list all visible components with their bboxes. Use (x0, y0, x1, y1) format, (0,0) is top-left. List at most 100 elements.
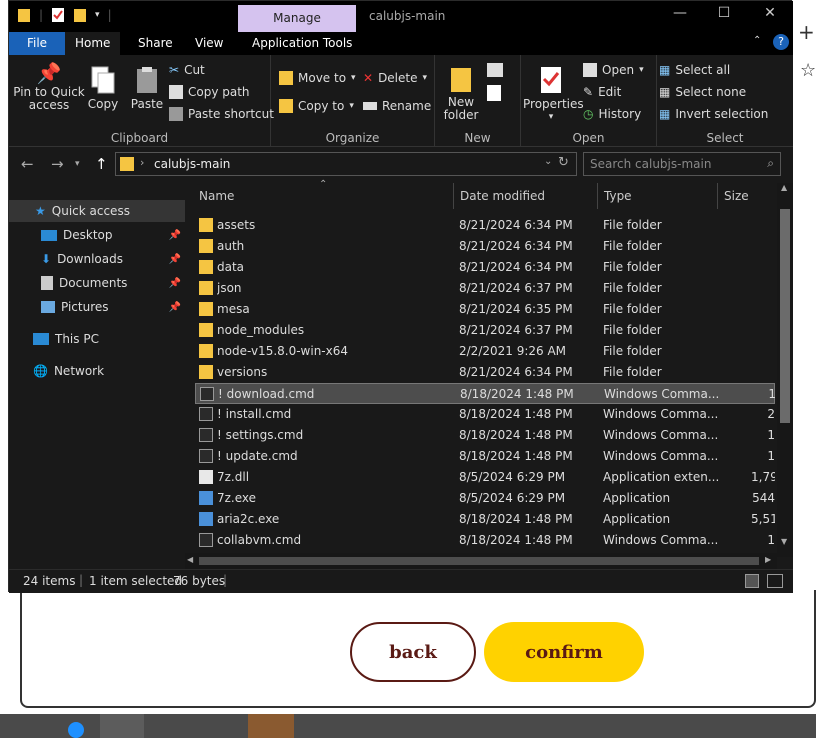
table-row[interactable]: ! update.cmd 8/18/2024 1:48 PM Windows Com… (195, 446, 775, 467)
table-row[interactable]: versions 8/21/2024 6:34 PM File folder (195, 362, 775, 383)
maximize-icon[interactable]: ☐ (701, 5, 747, 21)
table-row[interactable]: aria2c.exe 8/18/2024 1:48 PM Application 5,… (195, 509, 775, 530)
plus-icon[interactable]: + (798, 20, 815, 44)
column-divider[interactable] (717, 183, 718, 209)
history-button[interactable]: ◷ History (583, 107, 641, 121)
minimize-icon[interactable]: — (657, 5, 703, 21)
tab-file[interactable]: File (9, 32, 65, 55)
sidebar-item-desktop[interactable]: Desktop 📌 (9, 224, 185, 246)
new-folder-icon[interactable] (73, 7, 87, 23)
delete-button[interactable]: ✕ Delete ▾ (363, 71, 427, 85)
help-icon[interactable]: ? (773, 34, 789, 50)
sidebar-item-documents[interactable]: Documents 📌 (9, 272, 185, 294)
back-button[interactable]: back (350, 622, 476, 682)
scrollbar-thumb[interactable] (780, 209, 790, 423)
recent-locations-icon[interactable]: ▾ (75, 159, 80, 169)
sidebar-item-this-pc[interactable]: This PC (9, 328, 185, 350)
up-arrow-icon[interactable]: ↑ (95, 155, 108, 173)
move-to-button[interactable]: Move to ▾ (279, 71, 356, 85)
table-row[interactable]: json 8/21/2024 6:37 PM File folder (195, 278, 775, 299)
taskbar-item[interactable] (100, 714, 144, 738)
chevron-down-icon[interactable]: ▾ (95, 10, 100, 20)
sidebar-item-network[interactable]: 🌐 Network (9, 360, 185, 382)
open-button[interactable]: Open ▾ (583, 63, 644, 77)
forward-arrow-icon[interactable]: → (51, 155, 64, 173)
cut-button[interactable]: ✂ Cut (169, 63, 205, 77)
new-folder-button[interactable]: New folder (439, 65, 483, 122)
confirm-button[interactable]: confirm (484, 622, 644, 682)
pin-quick-access-button[interactable]: 📌 Pin to Quick access (13, 63, 85, 112)
tab-share[interactable]: Share (128, 32, 183, 55)
scroll-up-icon[interactable]: ▲ (781, 183, 787, 192)
table-row[interactable]: mesa 8/21/2024 6:35 PM File folder (195, 299, 775, 320)
folder-icon (199, 323, 213, 337)
rename-button[interactable]: Rename (363, 99, 431, 113)
sidebar-item-quick-access[interactable]: ★ Quick access (9, 200, 185, 222)
tab-view[interactable]: View (185, 32, 233, 55)
pin-icon[interactable]: 📌 (169, 302, 181, 313)
folder-icon (18, 9, 30, 22)
close-icon[interactable]: ✕ (747, 5, 793, 21)
pin-icon[interactable]: 📌 (169, 254, 181, 265)
collapse-ribbon-icon[interactable]: ⌃ (753, 35, 761, 46)
table-row[interactable]: ! settings.cmd 8/18/2024 1:48 PM Windows C… (195, 425, 775, 446)
table-row[interactable]: data 8/21/2024 6:34 PM File folder (195, 257, 775, 278)
table-row[interactable]: 7z.dll 8/5/2024 6:29 PM Application exten.… (195, 467, 775, 488)
pin-icon[interactable]: 📌 (169, 278, 181, 289)
taskbar-item-active[interactable] (248, 714, 294, 738)
scroll-right-icon[interactable]: ▶ (765, 555, 771, 564)
taskbar-app-icon[interactable] (68, 722, 84, 738)
table-row[interactable]: auth 8/21/2024 6:34 PM File folder (195, 236, 775, 257)
column-header-name[interactable]: Name (199, 183, 234, 209)
sidebar-item-downloads[interactable]: ⬇ Downloads 📌 (9, 248, 185, 270)
scroll-left-icon[interactable]: ◀ (187, 555, 193, 564)
back-arrow-icon[interactable]: ← (21, 155, 34, 173)
properties-button[interactable]: Properties ▾ (523, 65, 584, 124)
pin-icon[interactable]: 📌 (169, 230, 181, 241)
chevron-down-icon[interactable]: ⌄ (544, 156, 552, 167)
column-header-size[interactable]: Size (724, 183, 749, 209)
select-none-button[interactable]: ▦ Select none (659, 85, 746, 99)
edit-button[interactable]: ✎ Edit (583, 85, 621, 99)
scrollbar-thumb[interactable] (199, 557, 759, 565)
paste-button[interactable]: Paste (127, 65, 167, 111)
horizontal-scrollbar[interactable]: ◀ ▶ (185, 553, 777, 569)
column-header-date[interactable]: Date modified (460, 183, 545, 209)
tab-home[interactable]: Home (65, 32, 121, 55)
new-item-icon[interactable] (487, 63, 503, 77)
large-icons-view-icon[interactable] (767, 574, 783, 588)
copy-button[interactable]: Copy (83, 65, 123, 111)
edit-icon: ✎ (583, 85, 594, 99)
table-row[interactable]: ! install.cmd 8/18/2024 1:48 PM Windows Co… (195, 404, 775, 425)
address-path-field[interactable]: › calubjs-main ⌄ ↻ (115, 152, 577, 176)
sidebar-item-pictures[interactable]: Pictures 📌 (9, 296, 185, 318)
table-row[interactable]: collabvm.cmd 8/18/2024 1:48 PM Windows Com… (195, 530, 775, 551)
table-row[interactable]: assets 8/21/2024 6:34 PM File folder (195, 215, 775, 236)
search-input[interactable]: Search calubjs-main ⌕ (583, 152, 781, 176)
table-row[interactable]: 7z.exe 8/5/2024 6:29 PM Application 544 (195, 488, 775, 509)
table-row[interactable]: node-v15.8.0-win-x64 2/2/2021 9:26 AM File… (195, 341, 775, 362)
file-type: Application (603, 512, 671, 526)
file-date: 8/21/2024 6:35 PM (459, 302, 573, 316)
tab-manage[interactable]: Manage (238, 5, 356, 32)
table-row[interactable]: node_modules 8/21/2024 6:37 PM File folder (195, 320, 775, 341)
vertical-scrollbar[interactable]: ▲ ▼ (777, 183, 793, 557)
refresh-icon[interactable]: ↻ (558, 155, 569, 170)
table-row[interactable]: ! download.cmd 8/18/2024 1:48 PM Windows C… (195, 383, 776, 404)
script-icon (200, 387, 214, 401)
invert-selection-button[interactable]: ▦ Invert selection (659, 107, 768, 121)
select-all-button[interactable]: ▦ Select all (659, 63, 730, 77)
copy-to-button[interactable]: Copy to ▾ (279, 99, 354, 113)
column-divider[interactable] (597, 183, 598, 209)
scroll-down-icon[interactable]: ▼ (781, 537, 787, 546)
column-header-type[interactable]: Type (604, 183, 632, 209)
copy-path-button[interactable]: Copy path (169, 85, 250, 99)
paste-shortcut-button[interactable]: Paste shortcut (169, 107, 274, 121)
details-view-icon[interactable] (745, 574, 759, 588)
star-icon[interactable]: ☆ (800, 60, 816, 81)
column-divider[interactable] (453, 183, 454, 209)
quick-access-toolbar: | ▾ | (17, 7, 112, 23)
tab-application-tools[interactable]: Application Tools (242, 32, 362, 55)
properties-icon[interactable] (51, 7, 65, 23)
easy-access-icon[interactable] (487, 85, 501, 101)
